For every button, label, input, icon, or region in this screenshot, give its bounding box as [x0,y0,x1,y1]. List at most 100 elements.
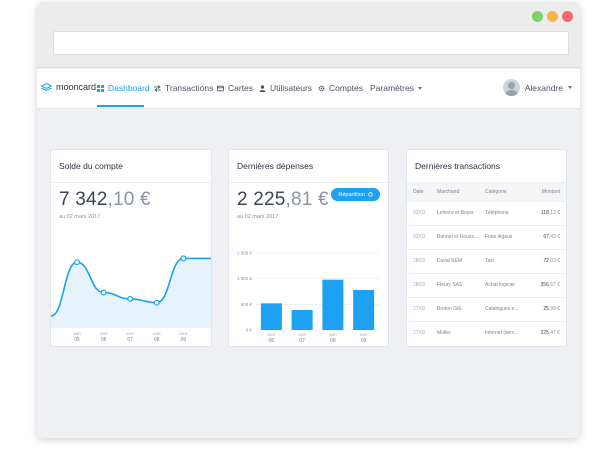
balance-date: au 02 mars 2017 [59,214,101,220]
col-amount: Montant [531,183,566,201]
window-close-button[interactable] [562,11,573,22]
cell-date: 27/02 [407,320,431,345]
table-row[interactable]: 27/02 Breton GIE Catalogues e... 25,99 € [407,296,566,321]
browser-chrome [37,2,580,68]
cell-amount: 25,99 € [531,296,566,321]
bar [291,309,313,330]
brand-logo[interactable]: mooncard [41,82,96,92]
address-bar[interactable] [53,31,569,55]
balance-area-chart: MAR05MAR06MAR07MAR08MAR09 [51,255,211,343]
grid-icon [97,84,104,92]
tick-month-label: MAR [329,333,337,337]
tick-month-label: MAR [360,333,368,337]
cell-amount: 67,43 € [531,224,566,249]
top-navbar: mooncard Dashboard Transactions Cartes U… [37,69,580,109]
x-tick-label: 05 [74,337,80,343]
amount-dec: ,99 € [548,306,560,312]
arrows-icon [154,84,161,92]
cell-category: Internet (serv... [479,320,531,345]
x-tick-label: 07 [299,338,305,344]
gear-icon [318,85,325,91]
nav-item-label: Utilisateurs [270,83,313,93]
divider [51,182,211,183]
table-row[interactable]: 02/03 Lefevre et Boyer Téléphone 118,12 € [407,200,566,225]
table-row[interactable]: 28/02 Duval SEM Taxi 72,03 € [407,248,566,273]
y-tick-label: 1 500 € [237,251,253,256]
user-name: Alexandre [524,82,563,93]
nav-item-utilisateurs[interactable]: Utilisateurs [259,82,312,94]
cell-amount: 118,12 € [531,200,566,225]
amount-dec: ,12 € [548,210,560,216]
divider [229,182,388,183]
col-category: Catégorie [479,183,531,201]
active-tab-indicator [97,105,144,107]
table-row[interactable]: 28/02 Fleury SAS Achat logiciel 356,57 € [407,272,566,297]
cell-category: Téléphone [479,200,531,225]
table-row[interactable]: 02/03 Bonnet et Rouss... Frais légaux 67,43… [407,224,566,249]
cell-category: Frais légaux [479,224,531,249]
data-point [180,255,187,262]
x-tick-label: 09 [361,338,367,344]
cell-merchant: Lefevre et Boyer [431,200,479,225]
repartition-button[interactable]: Répartition [331,188,380,201]
balance-amount: 7 342,10 € [59,189,151,211]
x-tick-label: 08 [330,338,336,344]
chevron-down-icon [417,86,422,90]
x-tick-label: 08 [154,337,160,343]
nav-item-dashboard[interactable]: Dashboard [97,82,150,94]
balance-card: Solde du compte 7 342,10 € au 02 mars 20… [50,149,212,347]
cell-merchant: Breton GIE [431,296,479,321]
tick-month-label: MAR [100,332,108,336]
data-point [127,295,134,302]
chevron-down-icon [568,86,572,89]
data-point [74,259,81,266]
x-tick-label: 09 [181,337,187,343]
card-icon [217,85,224,91]
brand-name: mooncard [56,82,97,92]
amount-int: 225 [540,330,549,337]
amount-dec: ,03 € [548,258,560,264]
bar [353,289,375,330]
expenses-amount: 2 225,81 € [237,189,329,211]
tick-month-label: MAR [267,333,275,337]
cell-category: Achat logiciel [479,272,531,297]
area-fill [51,258,211,328]
bar [322,279,344,330]
nav-item-transactions[interactable]: Transactions [154,82,213,94]
mooncard-logo-icon [41,82,52,91]
y-tick-label: 500 € [241,302,253,307]
nav-item-parametres[interactable]: Paramètres [370,82,422,94]
card-title: Dernières transactions [415,161,501,171]
nav-item-label: Transactions [165,83,214,93]
cell-amount: 72,03 € [531,248,566,273]
expenses-bar-chart: 0 €500 €1 000 €1 500 €MAR06MAR07MAR08MAR… [237,251,379,344]
cell-date: 02/03 [407,224,431,249]
nav-item-comptes[interactable]: Comptes [318,82,363,94]
card-title: Dernières dépenses [237,161,314,171]
y-tick-label: 0 € [246,328,253,333]
nav-item-label: Cartes [228,83,254,93]
col-date: Date [407,183,431,201]
nav-item-cartes[interactable]: Cartes [217,82,253,94]
cell-date: 27/02 [407,296,431,321]
tick-month-label: MAR [126,332,134,336]
card-title: Solde du compte [59,161,123,171]
browser-window: mooncard Dashboard Transactions Cartes U… [37,2,580,438]
nav-item-label: Dashboard [108,83,150,93]
cell-date: 28/02 [407,248,431,273]
tick-month-label: MAR [73,332,81,336]
x-tick-label: 06 [269,338,275,344]
amount-int: 2 225 [237,189,286,210]
amount-dec: ,10 € [107,189,151,210]
data-point [153,299,160,306]
bar [260,303,282,330]
tick-month-label: MAR [298,333,306,337]
x-tick-label: 06 [101,337,107,343]
user-menu[interactable]: Alexandre [502,79,572,96]
cell-merchant: Duval SEM [431,248,479,273]
expenses-card: Dernières dépenses 2 225,81 € au 02 mars… [228,149,389,347]
table-row[interactable]: 27/02 Muller Internet (serv... 225,47 € [407,320,566,345]
window-maximize-button[interactable] [532,11,543,22]
cell-merchant: Bonnet et Rouss... [431,224,479,249]
window-minimize-button[interactable] [547,11,558,22]
